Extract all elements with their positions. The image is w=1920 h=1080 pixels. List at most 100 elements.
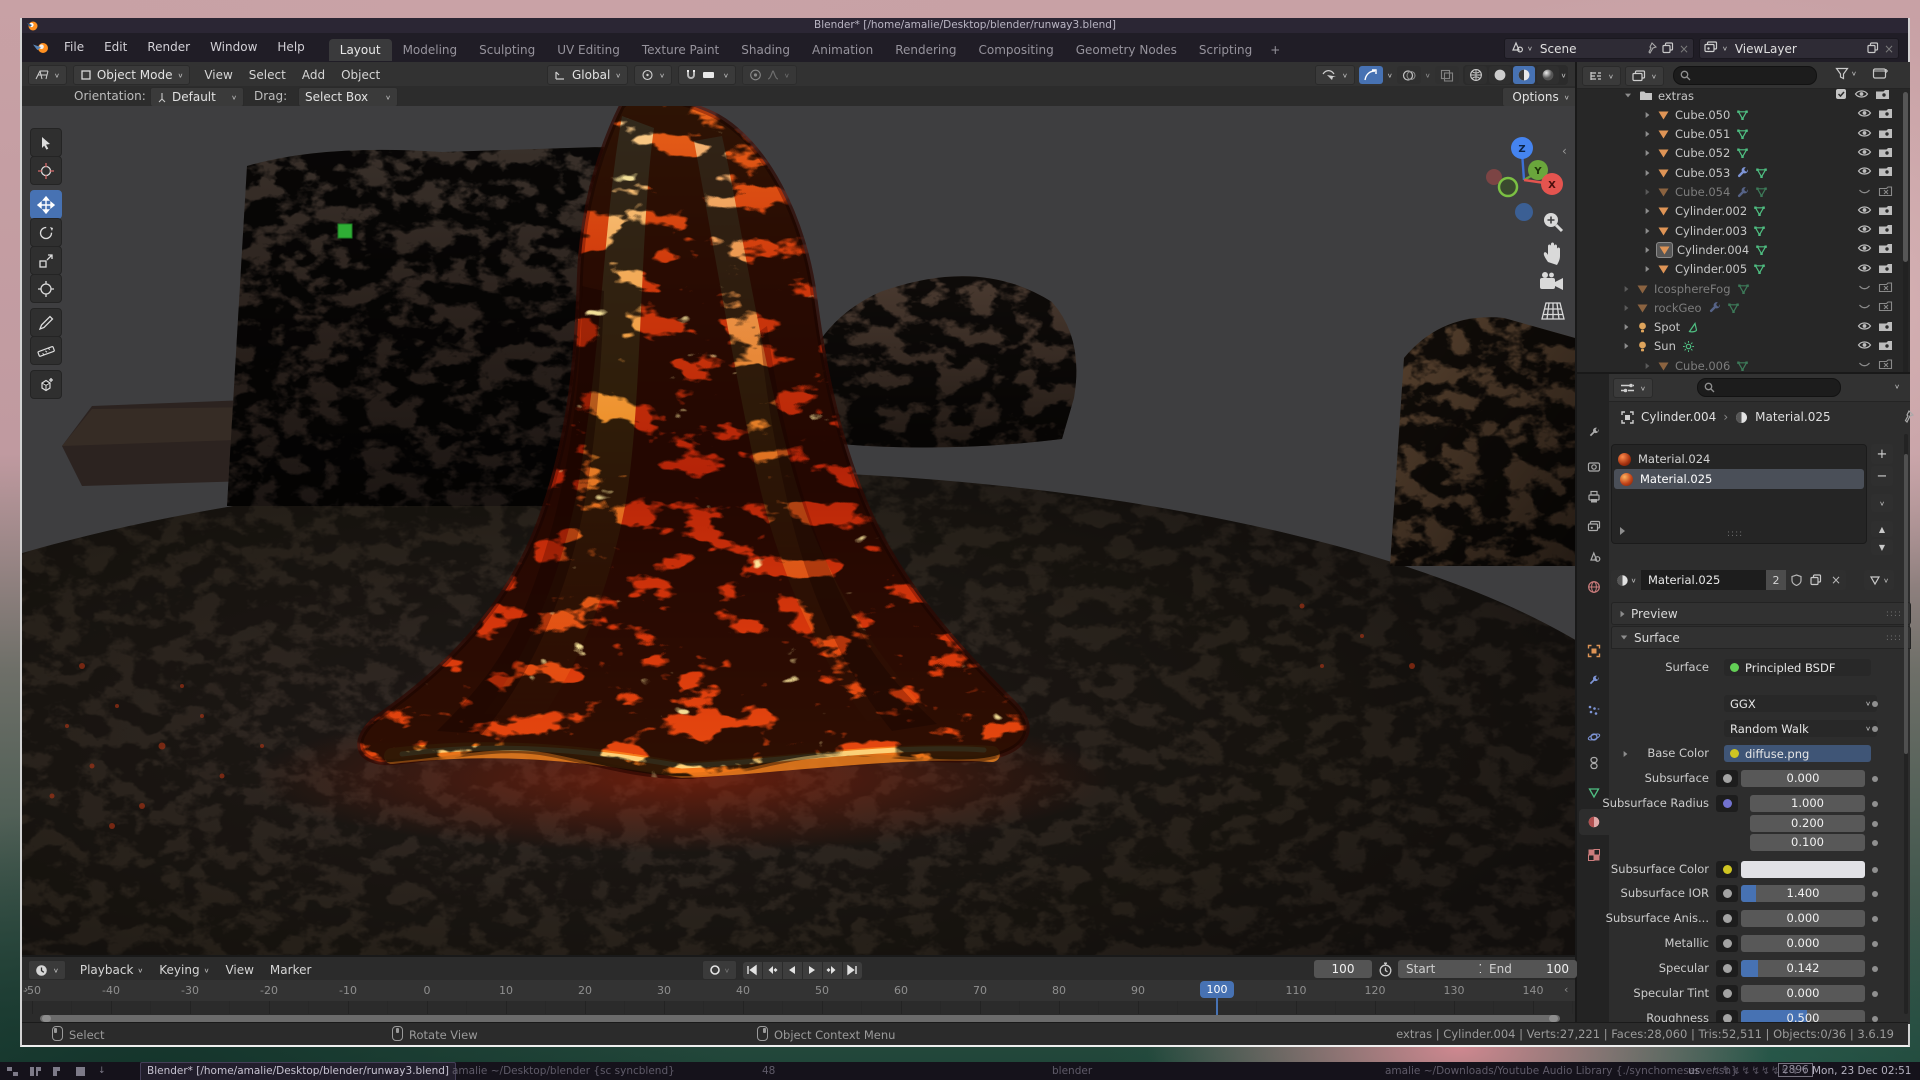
outliner-row[interactable]: Cube.052: [1577, 144, 1910, 163]
outliner-row[interactable]: Cube.053: [1577, 163, 1910, 182]
pin-icon[interactable]: [1901, 410, 1914, 423]
outliner-row[interactable]: Sun: [1577, 337, 1910, 356]
timeline-menu-playback[interactable]: Playback ∨: [72, 963, 151, 977]
playhead-label[interactable]: 100: [1200, 981, 1234, 998]
properties-search-input[interactable]: [1697, 378, 1841, 397]
ortho-grid-icon[interactable]: [1540, 300, 1566, 322]
tool-annotate[interactable]: [30, 308, 62, 337]
pin-icon[interactable]: [1645, 42, 1657, 54]
expand-icon[interactable]: [1646, 189, 1650, 195]
eye-icon[interactable]: [1857, 242, 1872, 257]
eyeclosed-icon[interactable]: [1857, 185, 1872, 200]
tab-layout[interactable]: Layout: [329, 39, 392, 61]
camoff-icon[interactable]: [1878, 300, 1893, 315]
expand-icon[interactable]: [1646, 247, 1650, 253]
material-link-dropdown[interactable]: ∨: [1864, 570, 1894, 590]
properties-editor-type-button[interactable]: ∨: [1613, 378, 1653, 398]
outliner-row[interactable]: Cube.054: [1577, 183, 1910, 202]
property-slider[interactable]: 1.400: [1741, 885, 1865, 902]
cam-icon[interactable]: [1878, 262, 1893, 277]
new-viewlayer-icon[interactable]: [1867, 42, 1879, 54]
taskbar-entry[interactable]: amalie ~/Desktop/blender {sc syncblend}: [452, 1062, 675, 1080]
cam-icon[interactable]: [1878, 320, 1893, 335]
expand-icon[interactable]: [1625, 324, 1629, 330]
shading-rendered-button[interactable]: [1537, 66, 1559, 84]
play-reverse-button[interactable]: [783, 962, 802, 979]
outliner-row[interactable]: Cube.050: [1577, 105, 1910, 124]
unlink-material-button[interactable]: ×: [1826, 570, 1846, 590]
timeline-ruler[interactable]: [22, 980, 1575, 1001]
animate-dot-icon[interactable]: [1872, 991, 1878, 997]
material-slot-selected[interactable]: Material.025: [1614, 469, 1864, 489]
users-count-button[interactable]: 2: [1766, 570, 1786, 590]
expand-icon[interactable]: [1646, 266, 1650, 272]
pivot-point-dropdown[interactable]: ∨: [634, 65, 672, 85]
sidebar-collapse-arrow[interactable]: ‹: [1562, 144, 1567, 158]
cam-icon[interactable]: [1878, 204, 1893, 219]
material-name-field[interactable]: Material.025: [1641, 570, 1766, 590]
socket-button[interactable]: [1716, 795, 1738, 812]
timeline-scrollbar[interactable]: [40, 1015, 1560, 1022]
animate-dot-icon[interactable]: [1872, 840, 1878, 846]
expand-icon[interactable]: [1646, 208, 1650, 214]
tool-cursor[interactable]: [30, 156, 62, 185]
taskbar-entry[interactable]: amalie ~/Downloads/Youtube Audio Library…: [1385, 1062, 1738, 1080]
overlays-dropdown-chevron[interactable]: ∨: [1425, 71, 1431, 78]
viewlayer-selector[interactable]: ∨ ViewLayer ×: [1699, 38, 1899, 59]
property-slider[interactable]: 0.142: [1741, 960, 1865, 977]
property-field[interactable]: diffuse.png: [1724, 745, 1871, 762]
add-slot-button[interactable]: +: [1871, 444, 1893, 464]
gizmo-dropdown-chevron[interactable]: ∨: [1387, 71, 1393, 78]
eyeclosed-icon[interactable]: [1857, 358, 1872, 373]
tab-texture-paint[interactable]: Texture Paint: [631, 39, 730, 61]
slot-list-expand-icon[interactable]: [1620, 527, 1625, 535]
expand-icon[interactable]: [1625, 94, 1631, 98]
expand-icon[interactable]: [1646, 112, 1650, 118]
socket-button[interactable]: [1716, 910, 1738, 927]
expand-icon[interactable]: [1646, 131, 1650, 137]
menu-edit[interactable]: Edit: [94, 33, 137, 62]
tab-shading[interactable]: Shading: [730, 39, 801, 61]
menu-help[interactable]: Help: [267, 33, 314, 62]
fake-user-button[interactable]: [1786, 570, 1806, 590]
slot-specials-button[interactable]: ∨: [1871, 494, 1893, 512]
tool-add-cube[interactable]: [30, 370, 62, 399]
cam-icon[interactable]: [1878, 339, 1893, 354]
properties-tab-render[interactable]: [1579, 454, 1609, 480]
eyeclosed-icon[interactable]: [1857, 281, 1872, 296]
camoff-icon[interactable]: [1878, 185, 1893, 200]
auto-keying-button[interactable]: ∨: [702, 960, 737, 980]
zoom-tool-icon[interactable]: [1540, 210, 1566, 236]
cam-icon[interactable]: [1878, 242, 1893, 257]
end-frame-field[interactable]: End 100: [1481, 960, 1577, 978]
options-button[interactable]: Options∨: [1502, 87, 1580, 107]
eye-icon[interactable]: [1857, 165, 1872, 180]
jump-to-keyframe-right-button[interactable]: [823, 962, 842, 979]
outliner-search-input[interactable]: [1673, 66, 1817, 85]
outliner-row[interactable]: Cylinder.002: [1577, 202, 1910, 221]
new-collection-button[interactable]: [1872, 66, 1890, 84]
timeline-band[interactable]: [22, 1001, 1575, 1014]
cam-icon[interactable]: [1878, 223, 1893, 238]
tab-rendering[interactable]: Rendering: [884, 39, 967, 61]
property-field[interactable]: Principled BSDF: [1724, 659, 1871, 676]
menu-window[interactable]: Window: [200, 33, 267, 62]
tab-modeling[interactable]: Modeling: [392, 39, 469, 61]
property-slider[interactable]: 0.000: [1741, 770, 1865, 787]
expand-icon[interactable]: [1625, 343, 1629, 349]
checkbox-icon[interactable]: [1835, 88, 1848, 103]
add-workspace-tab[interactable]: +: [1263, 39, 1287, 61]
outliner-row[interactable]: IcosphereFog: [1577, 279, 1910, 298]
property-dropdown[interactable]: Random Walk∨: [1724, 720, 1877, 737]
menu-render[interactable]: Render: [137, 33, 200, 62]
animate-dot-icon[interactable]: [1872, 821, 1878, 827]
scene-selector[interactable]: ∨ Scene ×: [1504, 38, 1694, 59]
eye-icon[interactable]: [1857, 204, 1872, 219]
tab-animation[interactable]: Animation: [801, 39, 884, 61]
expand-icon[interactable]: [1646, 228, 1650, 234]
timeline-menu-keying[interactable]: Keying ∨: [151, 963, 217, 977]
viewport-menu-object[interactable]: Object: [333, 68, 388, 82]
cam-icon[interactable]: [1878, 107, 1893, 122]
new-scene-icon[interactable]: [1662, 42, 1674, 54]
material-slot[interactable]: Material.024: [1612, 449, 1866, 469]
